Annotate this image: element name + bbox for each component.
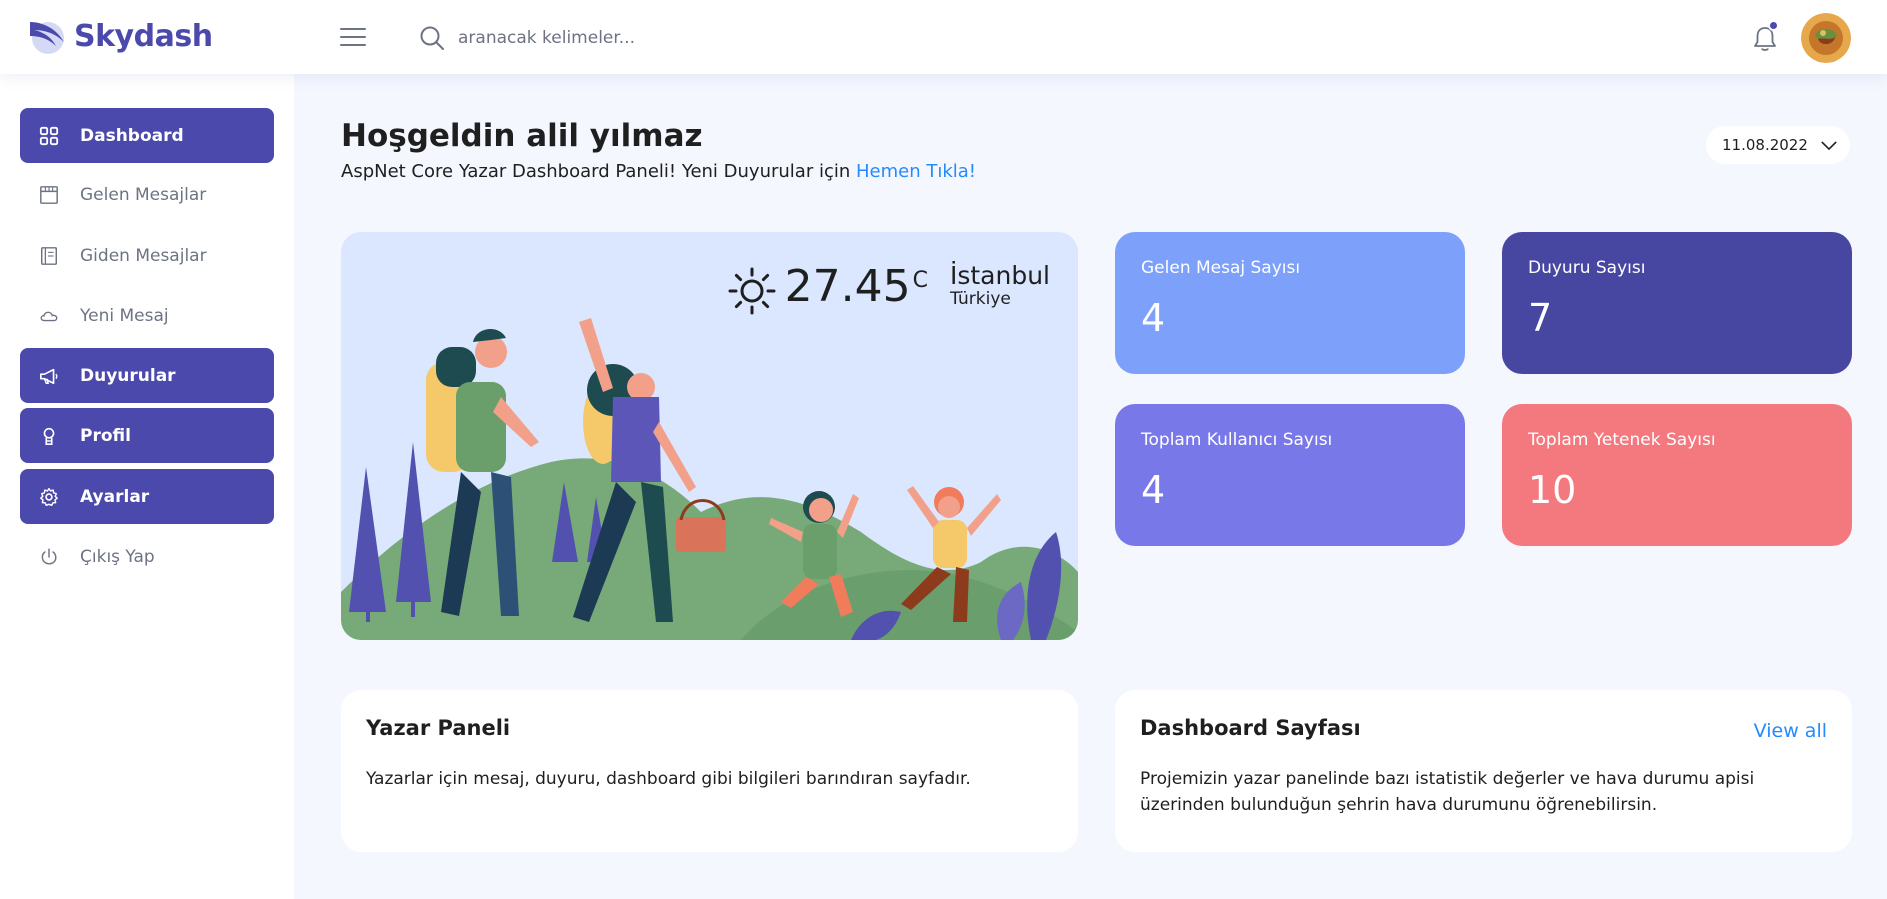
calendar-icon xyxy=(38,184,60,206)
cloud-icon xyxy=(38,305,60,327)
top-navbar: Skydash xyxy=(0,0,1887,74)
weather-widget: 27.45 C İstanbul Türkiye xyxy=(727,262,1050,316)
page-subtitle: AspNet Core Yazar Dashboard Paneli! Yeni… xyxy=(341,161,976,182)
dashboard-sayfasi-card: Dashboard Sayfası View all Projemizin ya… xyxy=(1115,690,1852,852)
subtitle-text: AspNet Core Yazar Dashboard Paneli! Yeni… xyxy=(341,161,851,182)
sidebar-item-cikis-yap[interactable]: Çıkış Yap xyxy=(20,529,274,584)
stat-card-gelen-mesaj: Gelen Mesaj Sayısı 4 xyxy=(1115,232,1465,374)
stat-label: Toplam Kullanıcı Sayısı xyxy=(1141,430,1333,450)
sidebar-item-profil[interactable]: Profil xyxy=(20,408,274,463)
weather-hero-card: 27.45 C İstanbul Türkiye xyxy=(341,232,1078,640)
yazar-paneli-card: Yazar Paneli Yazarlar için mesaj, duyuru… xyxy=(341,690,1078,852)
sidebar-item-ayarlar[interactable]: Ayarlar xyxy=(20,469,274,524)
hamburger-line xyxy=(340,36,366,38)
notification-dot xyxy=(1768,20,1779,31)
gear-icon xyxy=(38,486,60,508)
sidebar-item-label: Yeni Mesaj xyxy=(80,305,169,326)
sidebar-item-label: Gelen Mesajlar xyxy=(80,184,207,205)
sidebar-item-yeni-mesaj[interactable]: Yeni Mesaj xyxy=(20,288,274,343)
search-icon xyxy=(420,26,444,50)
view-all-link[interactable]: View all xyxy=(1754,720,1827,742)
brand[interactable]: Skydash xyxy=(26,14,213,58)
sidebar-item-label: Giden Mesajlar xyxy=(80,245,207,266)
stat-label: Duyuru Sayısı xyxy=(1528,258,1646,278)
stat-card-toplam-yetenek: Toplam Yetenek Sayısı 10 xyxy=(1502,404,1852,546)
hamburger-line xyxy=(340,44,366,46)
notebook-icon xyxy=(38,245,60,267)
sidebar: Dashboard Gelen Mesajlar Giden Mesajlar … xyxy=(0,74,294,899)
search-bar xyxy=(418,22,918,54)
card-title: Yazar Paneli xyxy=(366,716,511,740)
avatar-image xyxy=(1801,13,1851,63)
sidebar-item-dashboard[interactable]: Dashboard xyxy=(20,108,274,163)
brand-name: Skydash xyxy=(74,18,213,54)
megaphone-icon xyxy=(38,365,60,387)
sun-icon xyxy=(728,267,776,315)
stat-value: 10 xyxy=(1528,468,1577,512)
card-text: Projemizin yazar panelinde bazı istatist… xyxy=(1140,769,1755,815)
menu-toggle-button[interactable] xyxy=(340,28,366,48)
hamburger-line xyxy=(340,28,366,30)
grid-icon xyxy=(38,125,60,147)
stat-label: Toplam Yetenek Sayısı xyxy=(1528,430,1716,450)
date-dropdown[interactable]: 11.08.2022 xyxy=(1706,126,1850,164)
sidebar-item-label: Duyurular xyxy=(80,365,176,386)
sidebar-item-giden-mesajlar[interactable]: Giden Mesajlar xyxy=(20,228,274,283)
stat-card-toplam-kullanici: Toplam Kullanıcı Sayısı 4 xyxy=(1115,404,1465,546)
stat-label: Gelen Mesaj Sayısı xyxy=(1141,258,1301,278)
card-title: Dashboard Sayfası xyxy=(1140,716,1361,740)
card-text: Yazarlar için mesaj, duyuru, dashboard g… xyxy=(366,769,971,789)
stat-value: 4 xyxy=(1141,296,1166,340)
search-input[interactable] xyxy=(458,28,858,48)
temperature-unit: C xyxy=(912,268,928,293)
avatar[interactable] xyxy=(1801,13,1851,63)
weather-location: İstanbul Türkiye xyxy=(949,261,1050,309)
weather-country: Türkiye xyxy=(949,289,1011,309)
sidebar-item-label: Çıkış Yap xyxy=(80,546,155,567)
announcements-link[interactable]: Hemen Tıkla! xyxy=(856,161,976,182)
stat-value: 7 xyxy=(1528,296,1553,340)
weather-city: İstanbul xyxy=(949,261,1050,290)
date-value: 11.08.2022 xyxy=(1722,136,1808,154)
temperature-value: 27.45 xyxy=(784,261,911,312)
sidebar-item-duyurular[interactable]: Duyurular xyxy=(20,348,274,403)
chevron-down-icon xyxy=(1821,140,1837,150)
notifications-button[interactable] xyxy=(1750,20,1780,54)
sidebar-item-label: Ayarlar xyxy=(80,486,150,507)
sidebar-item-label: Dashboard xyxy=(80,125,184,146)
page-title: Hoşgeldin alil yılmaz xyxy=(341,118,703,154)
sidebar-item-gelen-mesajlar[interactable]: Gelen Mesajlar xyxy=(20,167,274,222)
stat-card-duyuru: Duyuru Sayısı 7 xyxy=(1502,232,1852,374)
brand-logo-icon xyxy=(30,22,64,54)
sidebar-item-label: Profil xyxy=(80,425,131,446)
user-icon xyxy=(38,425,60,447)
power-icon xyxy=(38,546,60,568)
stat-value: 4 xyxy=(1141,468,1166,512)
